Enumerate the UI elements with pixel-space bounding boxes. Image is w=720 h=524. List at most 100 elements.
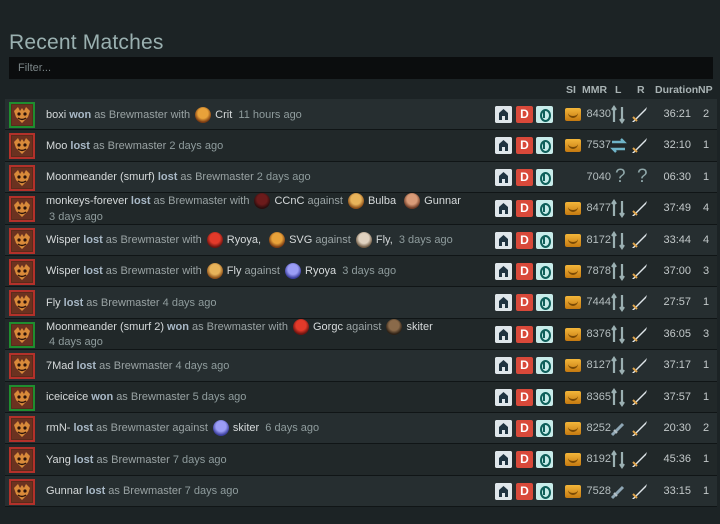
role-sword-icon [630, 356, 649, 375]
role-sword-icon [630, 262, 649, 281]
header-duration[interactable]: Duration [655, 84, 698, 96]
brewmaster-hero-icon[interactable] [9, 353, 35, 380]
player-name[interactable]: iceiceice [46, 390, 88, 404]
source-icon [536, 451, 553, 469]
header-mmr[interactable]: MMR [582, 84, 607, 96]
party-player-name[interactable]: Fly [227, 264, 245, 278]
mid-arrows-lane-icon [609, 199, 628, 219]
match-duration: 06:30 [663, 170, 691, 183]
match-description: Moo lost as Brewmaster 2 days ago [46, 130, 486, 161]
player-name[interactable]: Moonmeander (smurf) [46, 170, 155, 184]
player-name[interactable]: boxi [46, 108, 66, 122]
dire-side-icon: D [516, 388, 533, 406]
player-name[interactable]: rmN- [46, 421, 70, 435]
party-player-name[interactable]: CCnC [274, 194, 307, 208]
brewmaster-hero-icon[interactable] [9, 321, 35, 348]
player-name[interactable]: Gunnar [46, 484, 83, 498]
party-player-name[interactable]: Fly, [376, 233, 396, 247]
mmr-value: 7040 [586, 170, 611, 183]
match-row[interactable]: boxi won as Brewmaster with Crit 11 hours a… [5, 99, 717, 131]
with-text: with [265, 320, 288, 333]
game-mode-icon [495, 325, 512, 343]
brewmaster-hero-icon[interactable] [9, 415, 35, 442]
brewmaster-hero-icon[interactable] [9, 384, 35, 411]
brewmaster-hero-icon[interactable] [9, 447, 35, 474]
party-player-name[interactable]: Bulba [368, 194, 399, 208]
player-avatar-icon [269, 232, 286, 249]
match-time: 7 days ago [181, 485, 239, 498]
match-result: lost [157, 171, 178, 184]
match-row[interactable]: Moo lost as Brewmaster 2 days ago D 7537 32:1… [5, 130, 717, 162]
match-row[interactable]: rmN-lost as Brewmaster against skiter 6 da… [5, 412, 717, 445]
match-row[interactable]: Fly lost as Brewmaster 4 days ago D 7444 27:5… [5, 287, 717, 319]
match-row[interactable]: 7Mad lost as Brewmaster 4 days ago D 8127 37:… [5, 350, 717, 382]
match-duration: 36:21 [663, 108, 691, 120]
mmr-value: 7444 [586, 296, 611, 309]
mmr-value: 8192 [586, 453, 611, 466]
player-name[interactable]: Yang [46, 453, 71, 467]
header-lane-r[interactable]: R [637, 84, 645, 96]
player-name[interactable]: 7Mad [46, 359, 74, 373]
header-np[interactable]: NP [698, 84, 713, 96]
match-description: Gunnar lost as Brewmaster 7 days ago [46, 476, 486, 507]
game-mode-icon [495, 388, 512, 406]
match-time: 11 hours ago [235, 108, 302, 121]
role-sword-icon [630, 419, 649, 438]
game-mode-icon [495, 357, 512, 375]
with-text: with [167, 108, 191, 121]
match-row[interactable]: Gunnar lost as Brewmaster 7 days ago D 7528 3… [5, 475, 717, 508]
match-description: Moonmeander (smurf) lost as Brewmaster 2 d… [46, 162, 486, 193]
dire-side-icon: D [516, 231, 533, 249]
match-duration: 33:44 [663, 233, 691, 246]
brewmaster-hero-icon[interactable] [9, 258, 35, 285]
party-player-name[interactable]: Ryoya [305, 264, 339, 278]
match-row[interactable]: Yang lost as Brewmaster 7 days ago D 8192 45:… [5, 444, 717, 476]
party-size: 1 [702, 390, 710, 403]
party-size: 1 [702, 453, 710, 466]
party-player-name[interactable]: skiter [406, 320, 435, 334]
party-player-name[interactable]: Crit [215, 108, 235, 122]
party-size: 1 [702, 359, 710, 372]
player-name[interactable]: Moo [46, 139, 67, 153]
brewmaster-hero-icon[interactable] [9, 290, 35, 317]
match-row[interactable]: Wisper lost as Brewmaster with Ryoya, SVG a… [5, 224, 717, 256]
party-player-name[interactable]: SVG [289, 233, 315, 247]
match-row[interactable]: Moonmeander (smurf 2) won as Brewmaster wi… [5, 318, 717, 351]
role-sword-icon [630, 231, 649, 250]
game-mode-icon [495, 419, 512, 437]
mmr-value: 8365 [586, 390, 611, 403]
match-row[interactable]: Wisper lost as Brewmaster with Fly against R… [5, 255, 717, 288]
match-result: won [167, 320, 189, 333]
party-player-name[interactable]: Gunnar [424, 194, 464, 208]
player-name[interactable]: monkeys-forever [46, 194, 128, 208]
player-avatar-icon [355, 232, 372, 249]
match-row[interactable]: Moonmeander (smurf) lost as Brewmaster 2 d… [5, 161, 717, 194]
sword-small-lane-icon [609, 482, 628, 501]
filter-input[interactable] [9, 57, 713, 79]
brewmaster-hero-icon[interactable] [9, 164, 35, 191]
brewmaster-hero-icon[interactable] [9, 133, 35, 160]
party-player-name[interactable]: skiter [233, 421, 262, 435]
match-row[interactable]: monkeys-forever lost as Brewmaster with CCn… [5, 193, 717, 225]
party-player-name[interactable]: Gorgc [313, 320, 346, 334]
match-row[interactable]: iceiceice won as Brewmaster 5 days ago D 836… [5, 381, 717, 413]
player-name[interactable]: Wisper [46, 264, 80, 278]
source-icon [536, 137, 553, 155]
player-name[interactable]: Moonmeander (smurf 2) [46, 320, 164, 334]
header-lane-l[interactable]: L [615, 84, 621, 96]
brewmaster-hero-icon[interactable] [9, 102, 35, 128]
role-sword-icon [630, 199, 649, 218]
match-description: Moonmeander (smurf 2) won as Brewmaster wi… [46, 318, 486, 350]
rank-medal-icon [565, 202, 581, 216]
player-avatar-icon [206, 232, 223, 249]
player-name[interactable]: Wisper [46, 233, 80, 247]
party-player-name[interactable]: Ryoya, [227, 233, 264, 247]
mmr-value: 8376 [586, 327, 611, 340]
header-si[interactable]: SI [566, 84, 576, 96]
match-result: won [69, 108, 92, 121]
brewmaster-hero-icon[interactable] [9, 196, 35, 223]
brewmaster-hero-icon[interactable] [9, 478, 35, 505]
brewmaster-hero-icon[interactable] [9, 227, 35, 254]
player-name[interactable]: Fly [46, 296, 61, 310]
hero-text: as Brewmaster [94, 108, 168, 121]
